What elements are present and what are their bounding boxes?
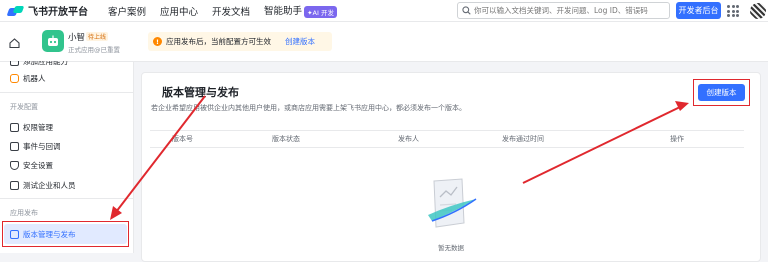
app-grid-icon[interactable] bbox=[727, 5, 739, 17]
nav-docs[interactable]: 开发文档 bbox=[212, 4, 250, 18]
sidebar-item-security[interactable]: 安全设置 bbox=[10, 160, 53, 171]
column-actions: 操作 bbox=[670, 135, 684, 143]
sidebar-item-permissions[interactable]: 权限管理 bbox=[10, 122, 53, 133]
divider bbox=[0, 198, 134, 199]
sidebar-item-label: 测试企业和人员 bbox=[23, 181, 76, 190]
notice-text: 应用发布后，当前配置方可生效 bbox=[166, 37, 271, 46]
sidebar-item-events[interactable]: 事件与回调 bbox=[10, 141, 61, 152]
permission-icon bbox=[10, 123, 19, 132]
nav-assistant-label: 智能助手 bbox=[264, 6, 303, 18]
page-description: 若企业希望应用被供企业内其他用户使用，或商店应用需要上架飞书应用中心，都必须发布… bbox=[151, 104, 466, 112]
nav-assistant[interactable]: 智能助手 ✦AI 开发 bbox=[264, 3, 337, 18]
test-icon bbox=[10, 181, 19, 190]
ai-badge: ✦AI 开发 bbox=[304, 5, 337, 18]
event-icon bbox=[10, 142, 19, 151]
table-header bbox=[150, 130, 744, 148]
top-navigation-bar: 飞书开放平台 客户案例 应用中心 开发文档 智能助手✦AI 开发 开发者后台 bbox=[0, 0, 768, 22]
main-nav: 客户案例 应用中心 开发文档 智能助手 ✦AI 开发 bbox=[108, 3, 351, 18]
page-title: 版本管理与发布 bbox=[162, 86, 239, 99]
sidebar-item-bot[interactable]: 机器人 bbox=[10, 73, 46, 84]
search-input[interactable] bbox=[474, 6, 664, 15]
sidebar-item-label: 机器人 bbox=[23, 74, 46, 83]
sidebar-item-label: 安全设置 bbox=[23, 161, 53, 170]
logo[interactable]: 飞书开放平台 bbox=[6, 3, 108, 18]
sidebar-item-label: 事件与回调 bbox=[23, 142, 61, 151]
column-publisher: 发布人 bbox=[398, 135, 419, 143]
shield-icon bbox=[10, 161, 19, 170]
feishu-logo-icon bbox=[6, 5, 25, 17]
nav-cases[interactable]: 客户案例 bbox=[108, 4, 146, 18]
divider bbox=[0, 92, 134, 93]
app-subtitle: 正式应用@已重置 bbox=[68, 46, 120, 54]
column-status: 版本状态 bbox=[272, 135, 300, 143]
search-box[interactable] bbox=[457, 2, 670, 19]
robot-icon bbox=[48, 35, 58, 46]
annotation-box-create-button bbox=[693, 79, 750, 106]
section-release: 应用发布 bbox=[10, 209, 38, 217]
annotation-box-sidebar bbox=[2, 221, 129, 247]
sidebar-item-label: 权限管理 bbox=[23, 123, 53, 132]
warning-icon: ! bbox=[153, 37, 162, 46]
empty-state-illustration bbox=[428, 178, 477, 228]
home-icon[interactable] bbox=[9, 38, 20, 48]
app-avatar bbox=[42, 30, 64, 52]
release-notice: ! 应用发布后，当前配置方可生效 创建版本 bbox=[148, 32, 332, 51]
sidebar-item-test-users[interactable]: 测试企业和人员 bbox=[10, 180, 76, 191]
app-name: 小智 bbox=[68, 33, 86, 43]
empty-state-text: 暂无数据 bbox=[438, 244, 464, 252]
status-badge: 待上线 bbox=[86, 32, 109, 41]
app-header: 小智 待上线 正式应用@已重置 bbox=[0, 22, 768, 62]
section-dev-config: 开发配置 bbox=[10, 103, 38, 111]
developer-console-button[interactable]: 开发者后台 bbox=[676, 2, 721, 19]
user-avatar[interactable] bbox=[750, 3, 766, 19]
search-icon bbox=[462, 6, 471, 15]
logo-text: 飞书开放平台 bbox=[28, 7, 88, 18]
version-management-card bbox=[141, 72, 761, 262]
notice-create-version-link[interactable]: 创建版本 bbox=[285, 36, 315, 47]
column-version: 版本号 bbox=[172, 135, 193, 143]
robot-icon bbox=[10, 74, 19, 83]
column-publish-time: 发布通过时间 bbox=[502, 135, 544, 143]
nav-app-center[interactable]: 应用中心 bbox=[160, 4, 198, 18]
